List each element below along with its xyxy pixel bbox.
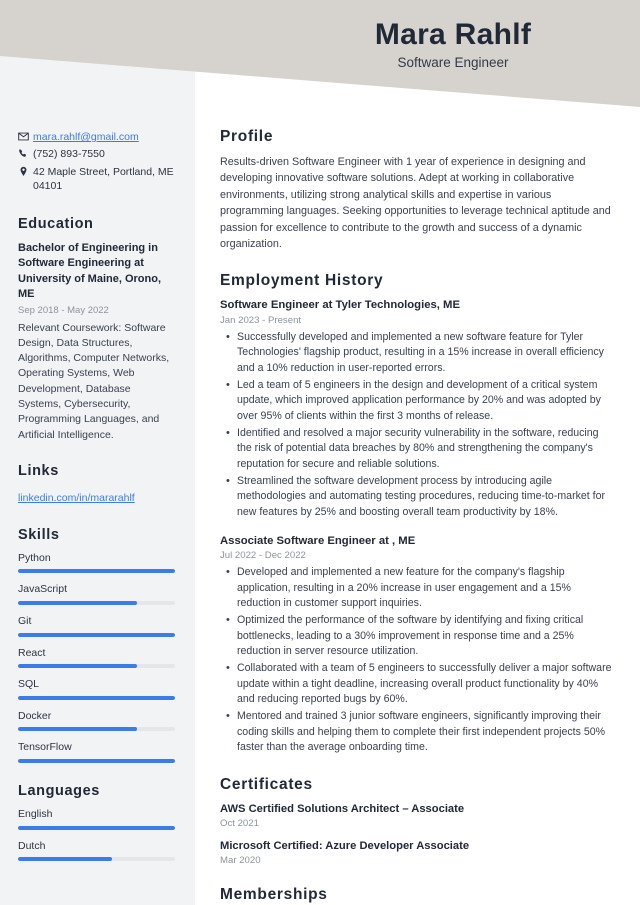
job-title: Associate Software Engineer at , ME: [220, 534, 416, 547]
skill-level-fill: [18, 727, 138, 732]
language-level-track: [18, 825, 175, 830]
certificates-section: Certificates AWS Certified Solutions Arc…: [220, 776, 612, 866]
jobs-list: Software Engineer at Tyler Technologies,…: [220, 298, 612, 756]
language-item: English: [18, 808, 175, 830]
phone-icon: [18, 147, 33, 159]
skill-item: SQL: [18, 678, 175, 700]
links-section: Links linkedin.com/in/mararahlf: [18, 463, 175, 507]
employment-heading: Employment History: [220, 272, 384, 290]
skill-item: Python: [18, 552, 175, 574]
certificate-date: Oct 2021: [220, 818, 259, 830]
skill-level-fill: [18, 569, 175, 574]
phone-number: (752) 893-7550: [33, 148, 105, 161]
job-entry: Software Engineer at Tyler Technologies,…: [220, 298, 612, 520]
education-entry: Bachelor of Engineering in Software Engi…: [18, 241, 175, 443]
job-bullet: Identified and resolved a major security…: [226, 425, 612, 473]
certificate-date: Mar 2020: [220, 855, 261, 867]
contact-item-address: 42 Maple Street, Portland, ME 04101: [18, 165, 175, 194]
profile-text: Results-driven Software Engineer with 1 …: [220, 156, 611, 251]
languages-heading: Languages: [18, 783, 100, 800]
contact-value: mara.rahlf@gmail.com: [33, 130, 175, 144]
certificates-heading: Certificates: [220, 776, 313, 794]
address-text: 42 Maple Street, Portland, ME 04101: [33, 165, 174, 193]
skill-item: JavaScript: [18, 583, 175, 606]
education-description: Relevant Coursework: Software Design, Da…: [18, 321, 170, 441]
education-heading: Education: [18, 215, 94, 232]
resume-page: Mara Rahlf Software Engineer mara.rahlf@…: [0, 0, 640, 905]
contact-list: mara.rahlf@gmail.com (752) 893-7550 42 M…: [18, 130, 175, 194]
skill-label: Git: [18, 615, 32, 628]
skill-level-track: [18, 695, 175, 700]
skill-level-track: [18, 727, 175, 732]
education-degree: Bachelor of Engineering in Software Engi…: [18, 241, 162, 301]
education-section: Education Bachelor of Engineering in Sof…: [18, 216, 175, 443]
language-level-fill: [18, 825, 175, 830]
skill-label: Python: [18, 551, 51, 564]
language-level-track: [18, 857, 175, 862]
skill-level-fill: [18, 601, 138, 606]
job-title: Software Engineer at Tyler Technologies,…: [220, 299, 461, 312]
languages-list: English Dutch: [18, 808, 175, 862]
skill-item: Docker: [18, 710, 175, 732]
skill-level-track: [18, 632, 175, 637]
contact-item-phone: (752) 893-7550: [18, 147, 175, 161]
certificate-entry: Microsoft Certified: Azure Developer Ass…: [220, 839, 612, 866]
skill-level-fill: [18, 632, 175, 637]
job-date: Jan 2023 - Present: [220, 314, 302, 326]
email-link[interactable]: mara.rahlf@gmail.com: [33, 131, 139, 143]
skill-label: JavaScript: [18, 583, 68, 596]
skill-level-track: [18, 569, 175, 574]
job-bullet: Streamlined the software development pro…: [226, 473, 612, 521]
skills-list: Python JavaScript Git React SQL Docker TensorF…: [18, 552, 175, 764]
job-bullet: Successfully developed and implemented a…: [226, 329, 612, 377]
skills-section: Skills Python JavaScript Git React SQL Docker…: [18, 526, 175, 764]
employment-section: Employment History Software Engineer at …: [220, 272, 612, 756]
skill-level-track: [18, 759, 175, 764]
memberships-heading: Memberships: [220, 886, 328, 904]
skill-level-fill: [18, 759, 175, 764]
skill-label: SQL: [18, 678, 40, 691]
skill-label: React: [18, 646, 46, 659]
languages-section: Languages English Dutch: [18, 783, 175, 862]
contact-item-email: mara.rahlf@gmail.com: [18, 130, 175, 144]
memberships-section: Memberships: [220, 886, 612, 904]
skill-level-track: [18, 601, 175, 606]
skill-level-track: [18, 664, 175, 669]
skills-heading: Skills: [18, 526, 60, 543]
job-bullet-list: Successfully developed and implemented a…: [220, 329, 612, 521]
job-bullet: Developed and implemented a new feature …: [226, 564, 612, 612]
skill-item: TensorFlow: [18, 741, 175, 764]
education-date: Sep 2018 - May 2022: [18, 304, 109, 316]
job-entry: Associate Software Engineer at , ME Jul 2…: [220, 534, 612, 756]
skill-item: Git: [18, 615, 175, 637]
job-bullet: Led a team of 5 engineers in the design …: [226, 377, 612, 425]
certificates-list: AWS Certified Solutions Architect – Asso…: [220, 802, 612, 866]
language-label: Dutch: [18, 839, 46, 852]
links-heading: Links: [18, 463, 59, 480]
job-bullet-list: Developed and implemented a new feature …: [220, 564, 612, 756]
skill-item: React: [18, 647, 175, 669]
skill-level-fill: [18, 695, 175, 700]
location-pin-icon: [18, 165, 33, 177]
link-item-linkedin[interactable]: linkedin.com/in/mararahlf: [18, 492, 135, 504]
profile-heading: Profile: [220, 128, 274, 145]
job-bullet: Mentored and trained 3 junior software e…: [226, 708, 612, 756]
job-date: Jul 2022 - Dec 2022: [220, 550, 306, 561]
certificate-entry: AWS Certified Solutions Architect – Asso…: [220, 802, 612, 829]
profile-section: Profile Results-driven Software Engineer…: [220, 128, 612, 252]
sidebar: mara.rahlf@gmail.com (752) 893-7550 42 M…: [0, 0, 195, 905]
certificate-title: AWS Certified Solutions Architect – Asso…: [220, 803, 465, 816]
skill-label: TensorFlow: [18, 741, 72, 754]
main-column: Profile Results-driven Software Engineer…: [195, 0, 640, 905]
skill-level-fill: [18, 664, 138, 669]
job-bullet: Optimized the performance of the softwar…: [226, 612, 612, 660]
language-item: Dutch: [18, 840, 175, 862]
language-label: English: [18, 808, 53, 821]
envelope-icon: [18, 130, 33, 142]
certificate-title: Microsoft Certified: Azure Developer Ass…: [220, 840, 470, 853]
job-bullet: Collaborated with a team of 5 engineers …: [226, 660, 612, 708]
language-level-fill: [18, 857, 113, 862]
skill-label: Docker: [18, 709, 52, 722]
